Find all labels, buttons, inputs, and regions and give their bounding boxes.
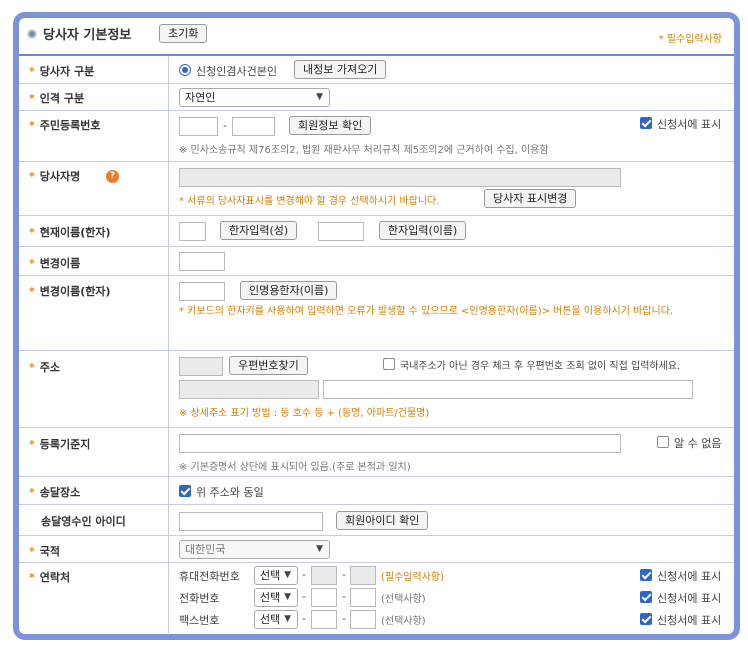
zipcode-input[interactable]: [179, 357, 223, 376]
registry-unknown-checkbox[interactable]: [657, 436, 669, 448]
row-nationality: * 국적 대한민국 ▼: [19, 536, 734, 563]
load-my-info-button[interactable]: 내정보 가져오기: [294, 60, 387, 79]
mobile-note: (필수입력사항): [381, 572, 445, 583]
rrn-show-label: 신청서에 표시: [657, 118, 722, 131]
verify-member-id-button[interactable]: 회원아이디 확인: [336, 511, 429, 530]
label-nationality: 국적: [39, 545, 61, 558]
phone-label: 전화번호: [179, 592, 220, 605]
row-party-type: * 당사자 구분 신청인겸사건본인 내정보 가져오기: [19, 56, 734, 84]
fax-prefix-select[interactable]: 선택 ▼: [254, 610, 298, 629]
label-party-name: 당사자명: [39, 170, 81, 183]
row-changed-name: * 변경이름: [19, 247, 734, 276]
hanja-surname-input[interactable]: [179, 222, 206, 241]
phone-show-checkbox[interactable]: [640, 591, 652, 603]
row-delivery: * 송달장소 위 주소와 동일: [19, 477, 734, 505]
mobile-show-checkbox[interactable]: [640, 569, 652, 581]
same-address-checkbox[interactable]: [179, 485, 191, 497]
label-contact: 연락처: [39, 571, 71, 584]
label-hanja-name: 현재이름(한자): [39, 226, 111, 239]
delivery-id-input[interactable]: [179, 512, 323, 531]
label-changed-hanja: 변경이름(한자): [39, 285, 111, 298]
row-changed-hanja: * 변경이름(한자) 인명용한자(이름) * 키보드의 한자키를 사용하여 입력하…: [19, 276, 734, 351]
bullet-icon: [27, 29, 37, 39]
required-note: * 필수입력사항: [658, 34, 722, 45]
registry-note: ※ 기본증명서 상단에 표시되어 있음.(주로 본적과 일치): [179, 462, 411, 473]
phone-last-input[interactable]: [350, 588, 376, 607]
row-delivery-id: 송달영수인 아이디 회원아이디 확인: [19, 505, 734, 536]
hanja-given-button[interactable]: 한자입력(이름): [379, 221, 467, 240]
phone-middle-input[interactable]: [311, 588, 337, 607]
row-hanja-name: * 현재이름(한자) 한자입력(성) 한자입력(이름): [19, 216, 734, 247]
form-frame: 당사자 기본정보 초기화 * 필수입력사항 * 당사자 구분 신청인겸사건본인 내…: [13, 12, 740, 640]
address-main-input[interactable]: [179, 380, 319, 399]
rrn-show-checkbox[interactable]: [640, 117, 652, 129]
rrn-note: ※ 민사소송규칙 제76조의2, 법원 재판사무 처리규칙 제5조의2에 근거하…: [179, 145, 549, 156]
section-header: 당사자 기본정보 초기화 * 필수입력사항: [19, 18, 734, 56]
section-title: 당사자 기본정보: [43, 28, 132, 43]
chevron-down-icon: ▼: [284, 614, 291, 624]
chevron-down-icon: ▼: [284, 592, 291, 602]
chevron-down-icon: ▼: [316, 544, 323, 554]
fax-note: (선택사항): [381, 616, 426, 627]
label-changed-name: 변경이름: [39, 257, 81, 270]
verify-member-button[interactable]: 회원정보 확인: [289, 116, 372, 135]
row-rrn: * 주민등록번호 - 회원정보 확인 신청서에 표시 ※ 민사소송규칙 제76조의…: [19, 111, 734, 162]
reset-button[interactable]: 초기화: [159, 24, 208, 43]
fax-label: 팩스번호: [179, 614, 220, 627]
rrn-front-input[interactable]: [179, 117, 218, 136]
chevron-down-icon: ▼: [284, 570, 291, 580]
person-type-select[interactable]: 자연인 ▼: [179, 88, 330, 107]
changed-name-input[interactable]: [179, 252, 225, 271]
fax-last-input[interactable]: [350, 610, 376, 629]
label-delivery: 송달장소: [39, 486, 81, 499]
mobile-prefix-select[interactable]: 선택 ▼: [254, 566, 298, 585]
phone-show-label: 신청서에 표시: [657, 592, 722, 605]
hanja-surname-button[interactable]: 한자입력(성): [220, 221, 298, 240]
fax-middle-input[interactable]: [311, 610, 337, 629]
fax-show-checkbox[interactable]: [640, 613, 652, 625]
row-registry: * 등록기준지 알 수 없음 ※ 기본증명서 상단에 표시되어 있음.(주로 본적…: [19, 428, 734, 477]
row-person-type: * 인격 구분 자연인 ▼: [19, 84, 734, 111]
mobile-show-label: 신청서에 표시: [657, 570, 722, 583]
phone-prefix-select[interactable]: 선택 ▼: [254, 588, 298, 607]
hanja-given-input[interactable]: [318, 222, 364, 241]
registry-unknown-label: 알 수 없음: [674, 437, 722, 450]
phone-note: (선택사항): [381, 594, 426, 605]
label-delivery-id: 송달영수인 아이디: [41, 515, 126, 528]
foreign-address-label: 국내주소가 아닌 경우 체크 후 우편번호 조회 없이 직접 입력하세요.: [400, 361, 681, 372]
changed-hanja-note: * 키보드의 한자키를 사용하여 입력하면 오류가 발생할 수 있으므로 <인명…: [179, 306, 674, 317]
mobile-last-input[interactable]: [350, 566, 376, 585]
row-address: * 주소 우편번호찾기 국내주소가 아닌 경우 체크 후 우편번호 조회 없이 직…: [19, 351, 734, 428]
help-icon[interactable]: ?: [106, 170, 119, 183]
row-contact: * 연락처 휴대전화번호 선택 ▼ - - (필수입력사항) 신청서에 표시 전화번…: [19, 563, 734, 633]
address-note: ※ 상세주소 표기 방법 : 동 호수 등 + (동명, 아파트/건물명): [179, 408, 430, 419]
row-party-name: * 당사자명 ? * 서류의 당사자표시를 변경해야 할 경우 선택하시기 바랍니…: [19, 162, 734, 216]
rrn-back-input[interactable]: [232, 117, 275, 136]
chevron-down-icon: ▼: [316, 92, 323, 102]
change-party-display-button[interactable]: 당사자 표시변경: [484, 189, 577, 208]
same-address-label: 위 주소와 동일: [196, 486, 264, 499]
party-type-radio-label: 신청인겸사건본인: [196, 65, 277, 78]
mobile-middle-input[interactable]: [311, 566, 337, 585]
rrn-dash: -: [223, 119, 227, 132]
party-name-note: * 서류의 당사자표시를 변경해야 할 경우 선택하시기 바랍니다.: [179, 196, 440, 207]
label-registry: 등록기준지: [39, 438, 91, 451]
label-rrn: 주민등록번호: [39, 119, 101, 132]
party-name-input[interactable]: [179, 168, 621, 187]
label-party-type: 당사자 구분: [39, 65, 95, 78]
label-address: 주소: [39, 361, 61, 374]
nationality-select[interactable]: 대한민국 ▼: [179, 540, 330, 559]
foreign-address-checkbox[interactable]: [383, 358, 395, 370]
changed-hanja-input[interactable]: [179, 282, 225, 301]
fax-show-label: 신청서에 표시: [657, 614, 722, 627]
mobile-label: 휴대전화번호: [179, 570, 240, 583]
name-hanja-button[interactable]: 인명용한자(이름): [240, 281, 338, 300]
registry-input[interactable]: [179, 434, 621, 453]
zipcode-search-button[interactable]: 우편번호찾기: [229, 356, 308, 375]
label-person-type: 인격 구분: [39, 92, 85, 105]
party-type-radio[interactable]: [179, 64, 191, 76]
address-detail-input[interactable]: [323, 380, 693, 399]
